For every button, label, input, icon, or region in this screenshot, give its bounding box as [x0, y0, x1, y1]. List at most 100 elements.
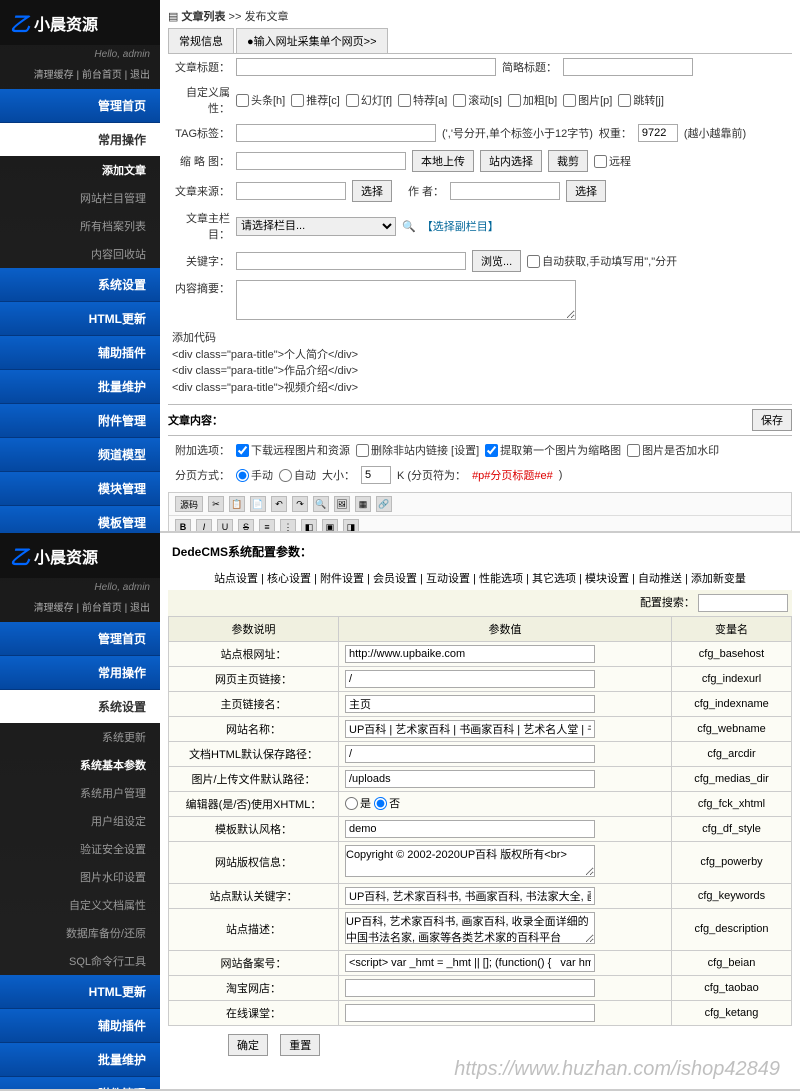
menu2-common[interactable]: 常用操作	[0, 656, 160, 690]
cfgtab-attach[interactable]: 附件设置	[320, 573, 364, 585]
link-logout[interactable]: 退出	[130, 70, 150, 81]
menu2-batch[interactable]: 批量维护	[0, 1043, 160, 1077]
ed-source[interactable]: 源码	[175, 496, 203, 512]
cfgtab-member[interactable]: 会员设置	[373, 573, 417, 585]
radio-manual[interactable]: 手动	[236, 467, 273, 483]
submenu-add-article[interactable]: 添加文章	[0, 156, 160, 184]
btn-sel-author[interactable]: 选择	[566, 180, 606, 202]
menu2-html[interactable]: HTML更新	[0, 975, 160, 1009]
ed-link-icon[interactable]: 🔗	[376, 496, 392, 512]
link-front[interactable]: 前台首页	[82, 70, 122, 81]
ed-italic-icon[interactable]: I	[196, 519, 212, 531]
breadcrumb-list[interactable]: 文章列表	[181, 11, 225, 23]
tab-collect[interactable]: ●输入网址采集单个网页>>	[236, 28, 388, 53]
magnify-icon[interactable]: 🔍	[402, 220, 416, 233]
menu-plugin[interactable]: 辅助插件	[0, 336, 160, 370]
cfg-input[interactable]	[345, 695, 595, 713]
cfgtab-add[interactable]: 添加新变量	[691, 573, 746, 585]
chk-wm[interactable]: 图片是否加水印	[627, 442, 719, 458]
cfg-input[interactable]	[345, 670, 595, 688]
chk-autokw[interactable]: 自动获取,手动填写用","分开	[527, 253, 677, 269]
menu-home[interactable]: 管理首页	[0, 89, 160, 123]
ed-find-icon[interactable]: 🔍	[313, 496, 329, 512]
attr-a[interactable]: 特荐[a]	[398, 92, 447, 108]
menu2-plugin[interactable]: 辅助插件	[0, 1009, 160, 1043]
input-weight[interactable]	[638, 124, 678, 142]
ed-undo-icon[interactable]: ↶	[271, 496, 287, 512]
btn-crop[interactable]: 裁剪	[548, 150, 588, 172]
tab-basic[interactable]: 常规信息	[168, 28, 234, 53]
cfgtab-push[interactable]: 自动推送	[638, 573, 682, 585]
sub2-watermark[interactable]: 图片水印设置	[0, 863, 160, 891]
cfg-input[interactable]	[345, 820, 595, 838]
ed-bold-icon[interactable]: B	[175, 519, 191, 531]
cfgtab-core[interactable]: 核心设置	[267, 573, 311, 585]
input-short[interactable]	[563, 58, 693, 76]
btn-sel-source[interactable]: 选择	[352, 180, 392, 202]
chk-first[interactable]: 提取第一个图片为缩略图	[485, 442, 621, 458]
cfgtab-perf[interactable]: 性能选项	[479, 573, 523, 585]
cfg-input[interactable]	[345, 770, 595, 788]
chk-dl[interactable]: 下载远程图片和资源	[236, 442, 350, 458]
menu-system[interactable]: 系统设置	[0, 268, 160, 302]
ed-redo-icon[interactable]: ↷	[292, 496, 308, 512]
menu-attach[interactable]: 附件管理	[0, 404, 160, 438]
sub2-sql[interactable]: SQL命令行工具	[0, 947, 160, 975]
ed-center-icon[interactable]: ▣	[322, 519, 338, 531]
menu-html[interactable]: HTML更新	[0, 302, 160, 336]
cfgtab-site[interactable]: 站点设置	[214, 573, 258, 585]
ed-strike-icon[interactable]: S	[238, 519, 254, 531]
sub2-update[interactable]: 系统更新	[0, 723, 160, 751]
input-pgsize[interactable]	[361, 466, 391, 484]
ed-paste-icon[interactable]: 📄	[250, 496, 266, 512]
cfgtab-other[interactable]: 其它选项	[532, 573, 576, 585]
attr-c[interactable]: 推荐[c]	[291, 92, 340, 108]
menu2-home[interactable]: 管理首页	[0, 622, 160, 656]
attr-p[interactable]: 图片[p]	[563, 92, 612, 108]
cfgtab-mod[interactable]: 模块设置	[585, 573, 629, 585]
ed-right-icon[interactable]: ◨	[343, 519, 359, 531]
attr-h[interactable]: 头条[h]	[236, 92, 285, 108]
menu2-system[interactable]: 系统设置	[0, 690, 160, 723]
link-clearcache[interactable]: 清理缓存	[34, 70, 74, 81]
cfg-input[interactable]	[345, 745, 595, 763]
sub2-docattr[interactable]: 自定义文档属性	[0, 891, 160, 919]
sub2-security[interactable]: 验证安全设置	[0, 835, 160, 863]
sub2-basic[interactable]: 系统基本参数	[0, 751, 160, 779]
textarea-summary[interactable]	[236, 280, 576, 320]
menu2-attach[interactable]: 附件管理	[0, 1077, 160, 1091]
ed-cut-icon[interactable]: ✂	[208, 496, 224, 512]
menu-channel[interactable]: 频道模型	[0, 438, 160, 472]
sel-subcol[interactable]: 【选择副栏目】	[422, 218, 499, 234]
submenu-recycle[interactable]: 内容回收站	[0, 240, 160, 268]
sub2-user[interactable]: 系统用户管理	[0, 779, 160, 807]
attr-b[interactable]: 加粗[b]	[508, 92, 557, 108]
attr-s[interactable]: 滚动[s]	[453, 92, 502, 108]
ed-img-icon[interactable]: 🖼	[334, 496, 350, 512]
btn-browse-kw[interactable]: 浏览...	[472, 250, 521, 272]
menu-common[interactable]: 常用操作	[0, 123, 160, 156]
cfg-radio-no[interactable]: 否	[374, 795, 400, 811]
ed-table-icon[interactable]: ▦	[355, 496, 371, 512]
btn-upload[interactable]: 本地上传	[412, 150, 474, 172]
cfg-input[interactable]	[345, 954, 595, 972]
sub2-db[interactable]: 数据库备份/还原	[0, 919, 160, 947]
input-author[interactable]	[450, 182, 560, 200]
cfg-input[interactable]	[345, 720, 595, 738]
chk-dellnk[interactable]: 删除非站内链接 [设置]	[356, 442, 479, 458]
ed-copy-icon[interactable]: 📋	[229, 496, 245, 512]
ed-underline-icon[interactable]: U	[217, 519, 233, 531]
btn-ok[interactable]: 确定	[228, 1034, 268, 1056]
cfg-input[interactable]	[345, 887, 595, 905]
menu-module[interactable]: 模块管理	[0, 472, 160, 506]
ed-ol-icon[interactable]: ≡	[259, 519, 275, 531]
btn-siteimg[interactable]: 站内选择	[480, 150, 542, 172]
submenu-cols[interactable]: 网站栏目管理	[0, 184, 160, 212]
ed-ul-icon[interactable]: ⋮	[280, 519, 296, 531]
input-keywords[interactable]	[236, 252, 466, 270]
menu-batch[interactable]: 批量维护	[0, 370, 160, 404]
input-thumb[interactable]	[236, 152, 406, 170]
cfg-input[interactable]: Copyright © 2002-2020UP百科 版权所有<br>	[345, 845, 595, 877]
cfg-input[interactable]	[345, 1004, 595, 1022]
cfgtab-inter[interactable]: 互动设置	[426, 573, 470, 585]
